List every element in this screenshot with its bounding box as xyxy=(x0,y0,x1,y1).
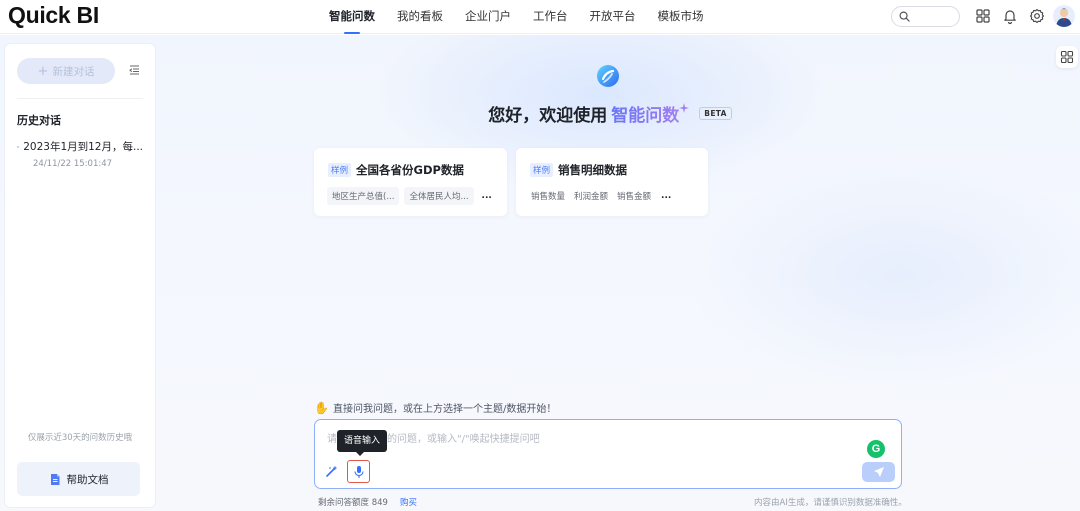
smart-query-logo-icon xyxy=(597,65,619,87)
field-tag: 利润金额 xyxy=(574,192,609,202)
help-docs-button[interactable]: 帮助文档 xyxy=(17,462,140,496)
history-note: 仅展示近30天的问数历史哦 xyxy=(27,433,133,443)
greeting-text: 您好，欢迎使用 xyxy=(488,106,608,126)
search-icon xyxy=(899,11,910,22)
card-title: 全国各省份GDP数据 xyxy=(356,163,464,177)
send-button[interactable] xyxy=(862,462,895,482)
sample-dataset-card[interactable]: 样例 全国各省份GDP数据 地区生产总值(... 全体居民人均... ... xyxy=(314,148,507,216)
apps-grid-icon[interactable] xyxy=(974,7,992,25)
sparkle-icon xyxy=(679,102,690,113)
help-docs-label: 帮助文档 xyxy=(66,473,109,486)
app-logo[interactable]: Quick BI xyxy=(8,2,99,29)
sample-tag: 样例 xyxy=(530,163,554,177)
field-tag: 销售数量 xyxy=(531,192,566,202)
collapse-sidebar-icon[interactable] xyxy=(129,65,140,75)
field-tag: 全体居民人均... xyxy=(404,187,474,205)
apps-panel-button[interactable] xyxy=(1056,46,1078,68)
question-input-box[interactable]: 请输入你想问的问题，或输入"/"唤起快捷提问吧 xyxy=(314,419,902,489)
more-fields: ... xyxy=(481,191,492,201)
nav-item-open-platform[interactable]: 开放平台 xyxy=(579,0,647,34)
grammar-check-icon[interactable]: G xyxy=(867,440,885,458)
send-icon xyxy=(873,467,884,477)
nav-item-my-dashboards[interactable]: 我的看板 xyxy=(386,0,454,34)
nav-item-smart-query[interactable]: 智能问数 xyxy=(318,0,386,34)
remaining-quota: 剩余问答额度 849 xyxy=(318,498,388,508)
card-title: 销售明细数据 xyxy=(558,163,628,177)
main-nav: 智能问数 我的看板 企业门户 工作台 开放平台 模板市场 xyxy=(318,0,715,34)
history-item-time: 24/11/22 15:01:47 xyxy=(33,159,113,169)
sidebar-divider xyxy=(17,98,143,99)
history-item-title: 2023年1月到12月，每... xyxy=(23,141,143,153)
prompt-hint-text: 直接问我问题，或在上方选择一个主题/数据开始！ xyxy=(332,404,557,415)
user-avatar[interactable] xyxy=(1053,5,1075,27)
gear-icon[interactable] xyxy=(1028,7,1046,25)
beta-badge: BETA xyxy=(699,107,732,120)
welcome-heading: 您好，欢迎使用 智能问数 BETA xyxy=(0,101,1080,126)
magic-wand-icon[interactable] xyxy=(325,465,338,478)
history-item[interactable]: 2023年1月到12月，每... 24/11/22 15:01:47 xyxy=(17,139,143,169)
voice-input-tooltip: 语音输入 xyxy=(337,430,388,456)
field-tag: 销售金额 xyxy=(617,192,652,202)
prompt-hint: ✋ 直接问我问题，或在上方选择一个主题/数据开始！ xyxy=(314,400,557,416)
plus-icon: + xyxy=(37,63,49,79)
nav-item-workbench[interactable]: 工作台 xyxy=(522,0,579,34)
search-input[interactable] xyxy=(891,6,960,27)
ai-disclaimer: 内容由AI生成，请谨慎识别数据准确性。 xyxy=(754,498,907,508)
sample-dataset-card[interactable]: 样例 销售明细数据 销售数量 利润金额 销售金额 ... xyxy=(516,148,708,216)
apps-grid-icon xyxy=(1060,50,1074,64)
nav-item-template-market[interactable]: 模板市场 xyxy=(647,0,715,34)
voice-input-button[interactable] xyxy=(347,460,370,483)
brand-text: 智能问数 xyxy=(611,101,679,126)
buy-link[interactable]: 购买 xyxy=(400,496,417,508)
top-nav-bar: Quick BI 智能问数 我的看板 企业门户 工作台 开放平台 模板市场 xyxy=(0,0,1080,34)
wave-hand-icon: ✋ xyxy=(314,400,329,415)
field-tag: 地区生产总值(... xyxy=(327,187,400,205)
new-chat-label: 新建对话 xyxy=(52,65,95,78)
microphone-icon xyxy=(353,465,364,478)
more-fields: ... xyxy=(661,191,672,201)
nav-item-enterprise-portal[interactable]: 企业门户 xyxy=(454,0,522,34)
document-icon xyxy=(50,473,59,485)
avatar-image xyxy=(1056,8,1072,27)
new-chat-button[interactable]: + 新建对话 xyxy=(17,58,115,84)
chat-bubble-icon xyxy=(17,145,20,148)
sample-tag: 样例 xyxy=(328,163,352,177)
bell-icon[interactable] xyxy=(1001,7,1019,25)
